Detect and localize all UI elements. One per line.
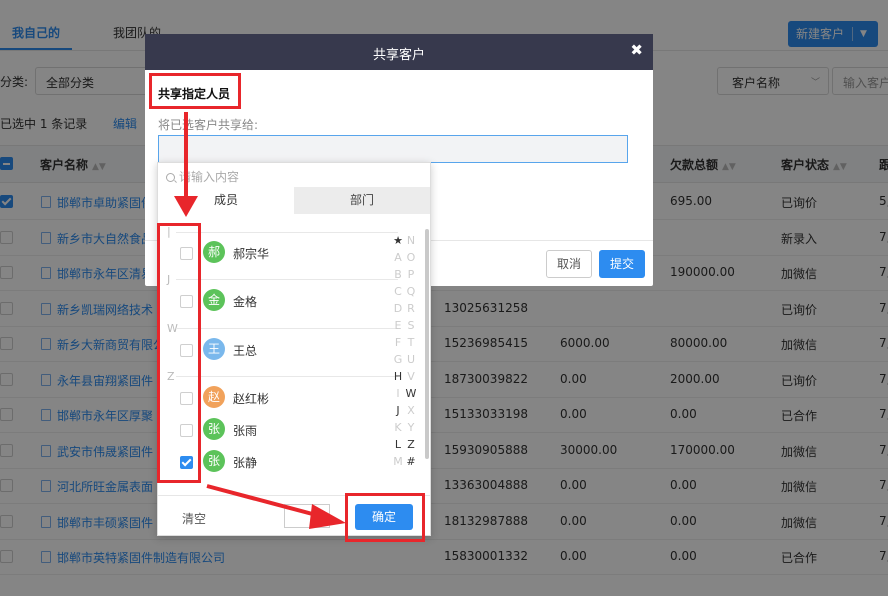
annotation-arrow-head-2 bbox=[309, 504, 346, 529]
annotation-arrow-head-1 bbox=[174, 196, 198, 217]
annotation-arrows bbox=[174, 112, 346, 529]
annotation-arrow-line-2 bbox=[206, 484, 321, 518]
